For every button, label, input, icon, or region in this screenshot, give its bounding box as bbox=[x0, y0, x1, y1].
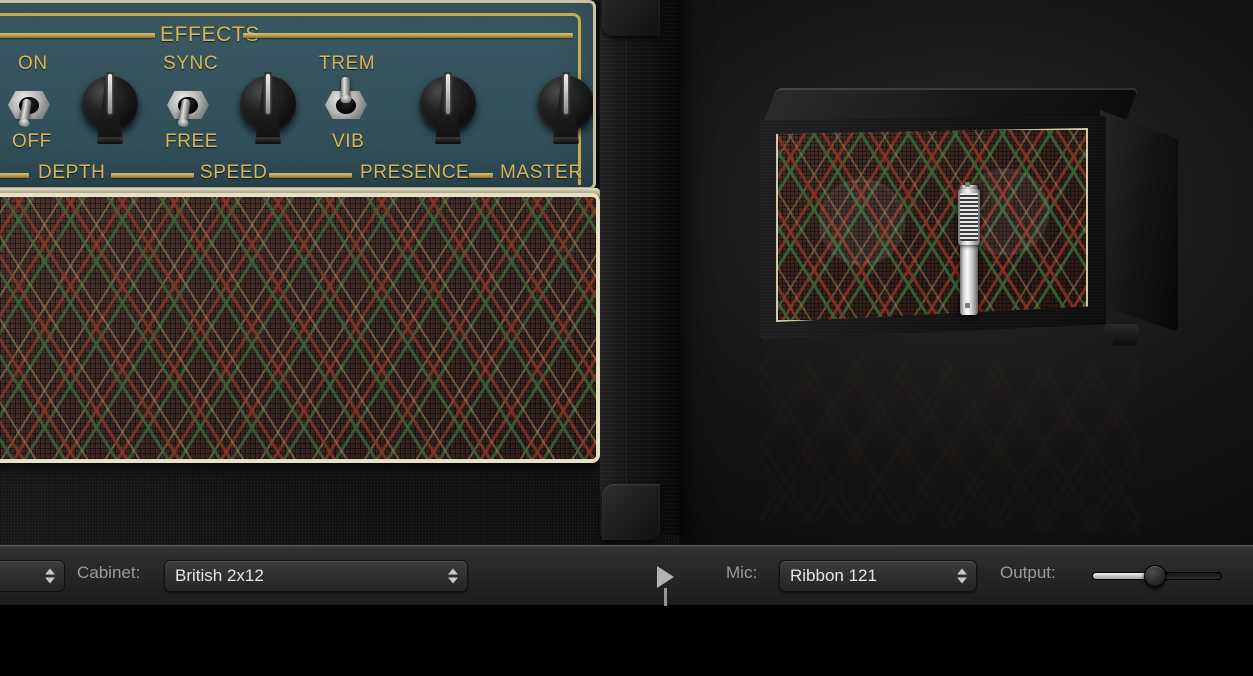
effects-rule-left bbox=[0, 33, 155, 38]
tremolo-mode-top-label: TREM bbox=[319, 53, 376, 74]
cabinet-popup-button[interactable]: British 2x12 bbox=[164, 560, 468, 592]
amp-corner-top-right bbox=[602, 0, 660, 36]
output-slider[interactable] bbox=[1092, 560, 1222, 592]
mic-label: Mic: bbox=[726, 563, 758, 582]
cabinet-label: Cabinet: bbox=[77, 563, 141, 582]
tremolo-mode-bottom-label: VIB bbox=[332, 131, 365, 152]
amp-head: EFFECTS ON OFF SYNC FREE TREM VIB DEPTH … bbox=[0, 0, 680, 545]
label-rule-1 bbox=[111, 173, 194, 178]
chevron-up-icon bbox=[45, 568, 55, 575]
cabinet-side-face bbox=[1100, 110, 1178, 332]
tremolo-sync-top-label: SYNC bbox=[163, 53, 219, 74]
mic-badge-top bbox=[965, 182, 970, 187]
effects-power-top-label: ON bbox=[18, 53, 48, 74]
master-knob[interactable] bbox=[538, 72, 593, 144]
stepper-arrows bbox=[957, 568, 967, 584]
bottom-toolbar: Cabinet: British 2x12 Mic: Ribbon 121 Ou… bbox=[0, 545, 1253, 606]
stepper-arrows bbox=[448, 568, 458, 584]
mic-badge-bottom bbox=[965, 303, 970, 308]
mic-popup-button[interactable]: Ribbon 121 bbox=[779, 560, 977, 592]
master-knob-label: MASTER bbox=[500, 162, 583, 183]
presence-knob-label: PRESENCE bbox=[360, 162, 470, 183]
amp-control-panel: EFFECTS ON OFF SYNC FREE TREM VIB DEPTH … bbox=[0, 0, 596, 190]
amp-model-popup-clipped[interactable] bbox=[0, 560, 65, 592]
speed-knob-label: SPEED bbox=[200, 162, 268, 183]
cabinet-foot bbox=[1104, 324, 1138, 346]
amp-grille-cloth bbox=[0, 197, 596, 459]
ribbon-microphone[interactable] bbox=[958, 182, 980, 315]
slider-thumb[interactable] bbox=[1143, 565, 1166, 587]
toggle-lever bbox=[341, 77, 350, 101]
tremolo-sync-bottom-label: FREE bbox=[165, 131, 219, 152]
chevron-down-icon bbox=[448, 577, 458, 584]
mic-popup-value: Ribbon 121 bbox=[790, 566, 877, 585]
mic-grille-head bbox=[958, 189, 980, 245]
cabinet-popup-value: British 2x12 bbox=[175, 566, 264, 585]
mic-position-marker-icon[interactable] bbox=[657, 566, 674, 588]
presence-knob[interactable] bbox=[420, 72, 476, 144]
depth-knob[interactable] bbox=[82, 72, 138, 144]
knob-pointer bbox=[266, 74, 270, 114]
amp-grille-panel bbox=[0, 193, 600, 463]
knob-pointer bbox=[564, 74, 568, 114]
depth-knob-label: DEPTH bbox=[38, 162, 106, 183]
effects-power-switch[interactable] bbox=[8, 85, 50, 126]
cabinet-floor-reflection bbox=[760, 350, 1140, 535]
window-bottom-area bbox=[0, 606, 1253, 676]
cabinet-grille-cloth bbox=[776, 128, 1088, 322]
tremolo-mode-switch[interactable] bbox=[325, 77, 367, 125]
speaker-cone-left bbox=[802, 162, 922, 282]
tremolo-sync-switch[interactable] bbox=[167, 85, 209, 126]
label-rule-2 bbox=[269, 173, 352, 178]
speed-knob[interactable] bbox=[240, 72, 296, 144]
effects-rule-right bbox=[243, 33, 573, 38]
stepper-arrows[interactable] bbox=[45, 568, 55, 584]
chevron-down-icon bbox=[45, 577, 55, 584]
chevron-up-icon bbox=[957, 568, 967, 575]
label-rule-0 bbox=[0, 173, 29, 178]
chevron-down-icon bbox=[957, 577, 967, 584]
effects-power-bottom-label: OFF bbox=[12, 131, 52, 152]
amp-cabinet-stage: EFFECTS ON OFF SYNC FREE TREM VIB DEPTH … bbox=[0, 0, 1253, 545]
knob-pointer bbox=[446, 74, 450, 114]
output-label: Output: bbox=[1000, 563, 1056, 582]
amp-right-tolex-band bbox=[600, 0, 680, 536]
chevron-up-icon bbox=[448, 568, 458, 575]
label-rule-3 bbox=[469, 173, 493, 178]
amp-designer-window: EFFECTS ON OFF SYNC FREE TREM VIB DEPTH … bbox=[0, 0, 1253, 676]
knob-pointer bbox=[108, 74, 112, 114]
amp-corner-bottom-right bbox=[602, 484, 660, 540]
